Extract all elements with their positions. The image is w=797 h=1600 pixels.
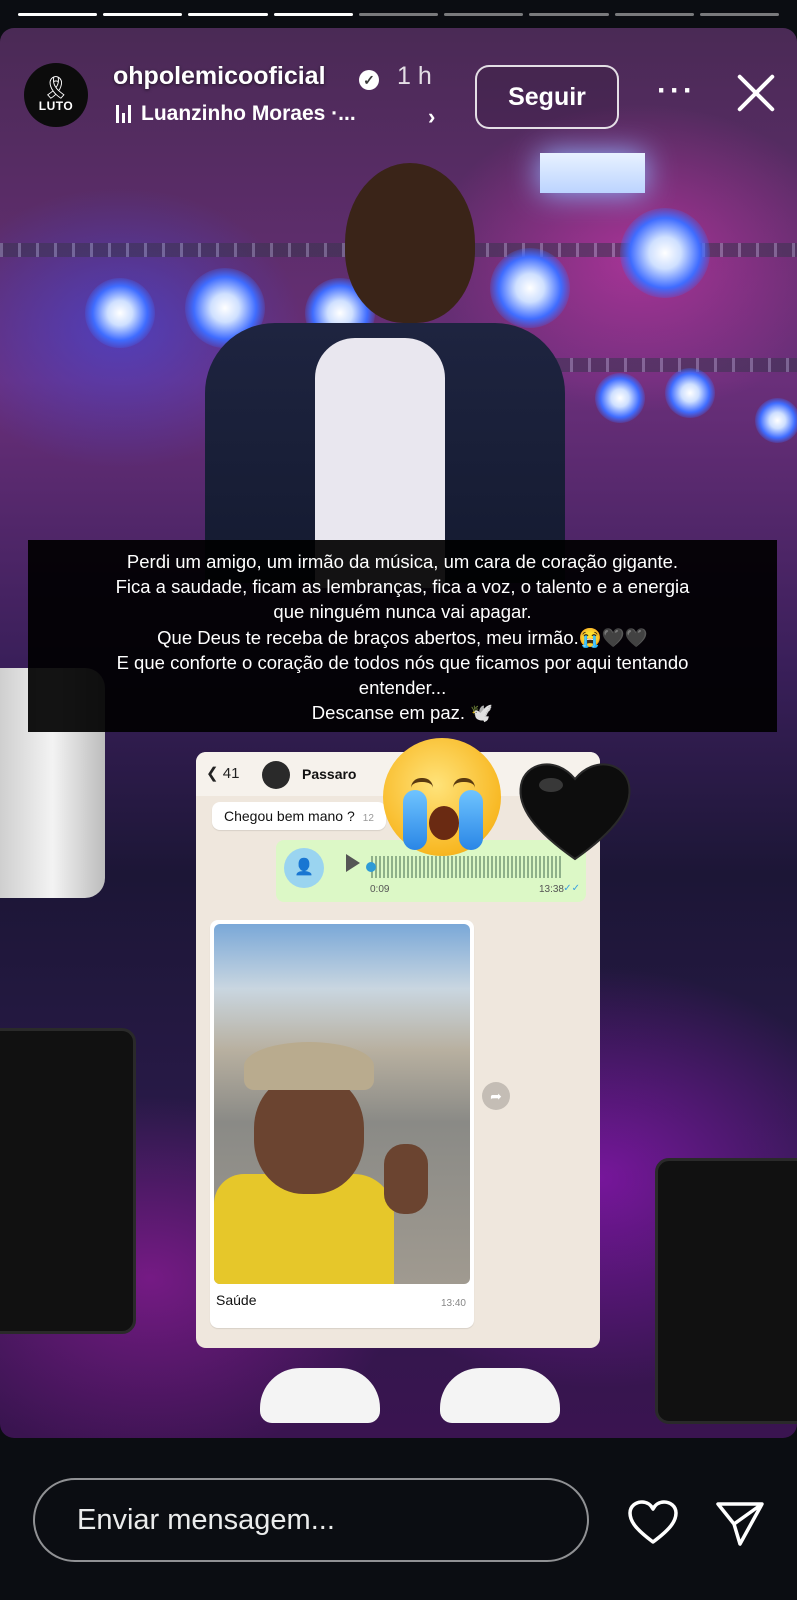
photo-message: Saúde 13:40 — [210, 920, 474, 1328]
stage-light — [85, 278, 155, 348]
stage-light — [620, 208, 710, 298]
caption-line: Que Deus te receba de braços abertos, me… — [157, 626, 648, 648]
user-icon: 👤 — [284, 848, 324, 888]
crying-emoji-sticker — [383, 738, 501, 856]
message-time: 12 — [362, 813, 374, 824]
forward-icon: ➦ — [482, 1082, 510, 1110]
caption-line: Perdi um amigo, um irmão da música, um c… — [126, 551, 679, 572]
audio-duration: 0:09 — [370, 884, 390, 895]
progress-segment — [273, 13, 353, 16]
message-input[interactable]: Enviar mensagem... — [33, 1478, 589, 1562]
progress-segment — [444, 13, 524, 16]
audio-time: 13:38 — [538, 884, 564, 895]
speaker — [655, 1158, 797, 1424]
caption-line: entender... — [358, 677, 447, 699]
progress-segment — [699, 13, 779, 16]
progress-segment — [358, 13, 439, 16]
incoming-message: Chegou bem mano ? 12 — [212, 802, 386, 830]
selfie-photo — [214, 924, 470, 1284]
stage-light — [665, 368, 715, 418]
heart-outline-icon[interactable] — [627, 1500, 679, 1546]
story-caption: Perdi um amigo, um irmão da música, um c… — [28, 540, 777, 732]
progress-segment — [103, 13, 183, 16]
story-header: 🎗 LUTO ohpolemicooficial ✓ 1 h Luanzinho… — [0, 32, 797, 129]
send-icon[interactable] — [714, 1500, 766, 1546]
more-dots-icon[interactable]: ··· — [657, 74, 696, 108]
chevron-left-icon: ❮ — [206, 765, 219, 782]
photo-caption: Saúde — [216, 1292, 257, 1308]
progress-segment — [18, 13, 98, 16]
stage-light — [595, 373, 645, 423]
reply-bar: Enviar mensagem... — [0, 1438, 797, 1600]
avatar-label: LUTO — [38, 99, 74, 113]
black-heart-sticker — [519, 763, 631, 861]
stage-light — [755, 398, 797, 443]
singer-feet — [260, 1368, 560, 1438]
caption-line: Fica a saudade, ficam as lembranças, fic… — [115, 576, 690, 598]
progress-segment — [614, 13, 694, 16]
caption-line: Descanse em paz. 🕊️ — [311, 702, 494, 724]
music-label: Luanzinho Moraes ·... — [141, 102, 356, 125]
story-progress — [18, 13, 779, 16]
progress-segment — [188, 13, 268, 16]
caption-line: que ninguém nunca vai apagar. — [273, 601, 532, 623]
music-bars-icon — [116, 105, 131, 123]
read-ticks-icon: ✓✓ — [563, 883, 580, 894]
post-time: 1 h — [397, 62, 432, 90]
speaker — [0, 1028, 136, 1334]
follow-button[interactable]: Seguir — [475, 65, 619, 129]
progress-segment — [529, 13, 609, 16]
close-icon[interactable] — [733, 70, 779, 116]
singer — [205, 143, 565, 588]
black-ribbon-icon: 🎗 — [42, 75, 70, 100]
contact-avatar — [262, 761, 290, 789]
caption-line: E que conforte o coração de todos nós qu… — [116, 651, 689, 673]
audio-progress-dot — [366, 862, 376, 872]
play-icon — [346, 854, 360, 872]
back-count: ❮ 41 — [206, 764, 239, 782]
music-attribution[interactable]: Luanzinho Moraes ·... — [116, 102, 356, 126]
contact-name: Passaro — [302, 766, 357, 782]
chevron-right-icon[interactable]: › — [428, 104, 435, 130]
photo-time: 13:40 — [440, 1298, 466, 1309]
verified-badge-icon: ✓ — [359, 70, 379, 90]
back-count-label: 41 — [222, 765, 240, 782]
username[interactable]: ohpolemicooficial — [113, 62, 326, 91]
message-text: Chegou bem mano ? — [224, 808, 355, 824]
profile-avatar[interactable]: 🎗 LUTO — [24, 63, 88, 127]
